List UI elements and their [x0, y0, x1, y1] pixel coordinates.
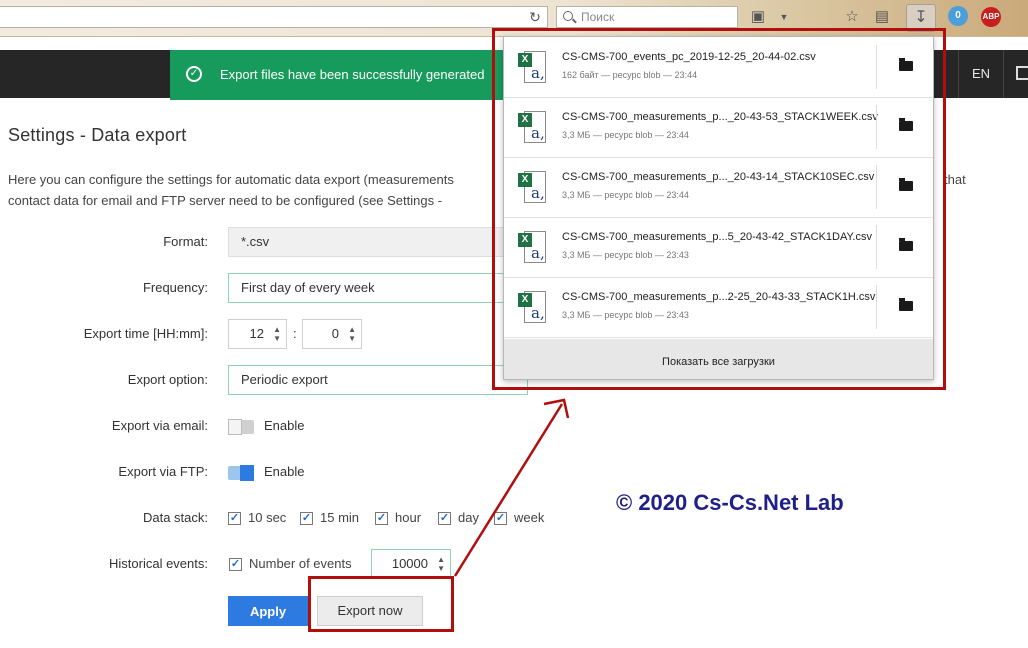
annotation-arrow: [453, 398, 570, 577]
watermark: © 2020 Cs-Cs.Net Lab: [616, 490, 844, 515]
